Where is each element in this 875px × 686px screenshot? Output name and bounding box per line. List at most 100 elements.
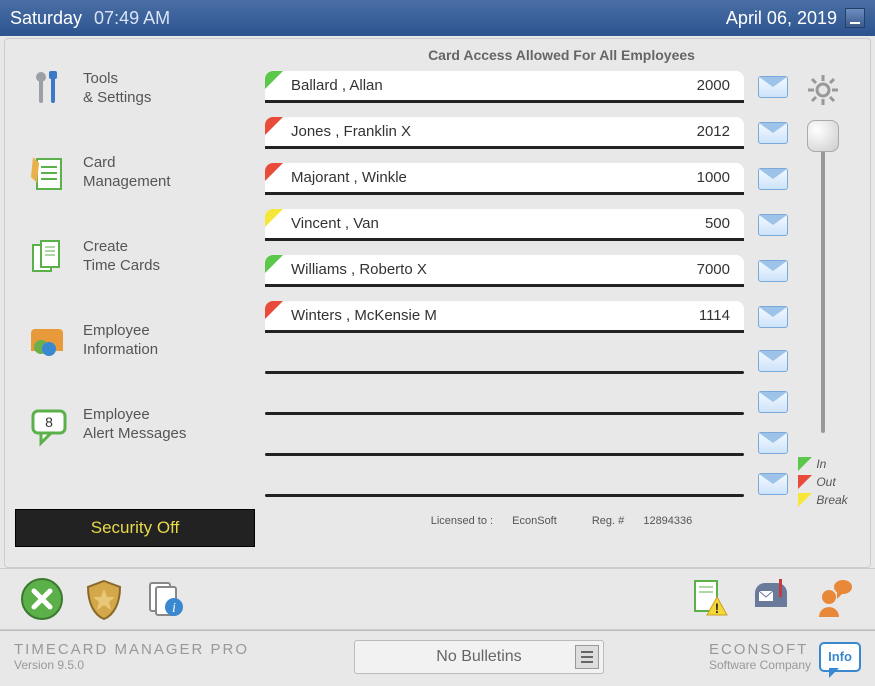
sidebar-item-employee-info[interactable]: Employee Information	[15, 311, 255, 371]
sidebar-label: Employee	[83, 406, 186, 425]
minimize-button[interactable]	[845, 8, 865, 28]
status-corner-icon	[265, 117, 283, 135]
sidebar-label: Create	[83, 238, 160, 257]
card-info-icon[interactable]: i	[144, 577, 188, 621]
mail-icon[interactable]	[758, 350, 788, 372]
employee-name: Jones , Franklin X	[291, 123, 697, 140]
empty-card-slot	[265, 453, 744, 456]
employee-number: 2000	[697, 77, 730, 94]
mail-icon[interactable]	[758, 391, 788, 413]
employee-card-row: Majorant , Winkle1000	[265, 163, 788, 195]
bulletin-box: No Bulletins	[354, 640, 604, 674]
employee-card-row: Winters , McKensie M1114	[265, 301, 788, 333]
sidebar-item-create-timecards[interactable]: Create Time Cards	[15, 227, 255, 287]
mail-icon[interactable]	[758, 260, 788, 282]
employee-info-icon	[27, 319, 71, 363]
sidebar-label: & Settings	[83, 89, 151, 108]
employee-name: Winters , McKensie M	[291, 307, 699, 324]
mail-icon[interactable]	[758, 168, 788, 190]
employee-card[interactable]: Williams , Roberto X7000	[265, 255, 744, 287]
alert-card-icon[interactable]: !	[687, 577, 731, 621]
legend-out-label: Out	[816, 475, 835, 489]
empty-card-slot	[265, 412, 744, 415]
card-management-icon	[27, 151, 71, 195]
status-corner-icon	[265, 255, 283, 273]
title-date: April 06, 2019	[726, 8, 837, 29]
footer: TIMECARD MANAGER PRO Version 9.5.0 No Bu…	[0, 630, 875, 682]
employee-card[interactable]: Majorant , Winkle1000	[265, 163, 744, 195]
mailbox-icon[interactable]	[749, 577, 793, 621]
product-name: TIMECARD MANAGER PRO	[14, 641, 249, 658]
employee-card-row	[265, 388, 788, 415]
employee-card[interactable]: Jones , Franklin X2012	[265, 117, 744, 149]
sidebar-label: Card	[83, 154, 171, 173]
shield-icon[interactable]	[82, 577, 126, 621]
employee-card-row	[265, 429, 788, 456]
employee-card-row: Ballard , Allan2000	[265, 71, 788, 103]
info-button[interactable]: Info	[819, 642, 861, 672]
employee-card-row	[265, 347, 788, 374]
mail-icon[interactable]	[758, 473, 788, 495]
employee-name: Majorant , Winkle	[291, 169, 697, 186]
employee-name: Ballard , Allan	[291, 77, 697, 94]
security-toggle-button[interactable]: Security Off	[15, 509, 255, 547]
employee-number: 1000	[697, 169, 730, 186]
sidebar: Tools & Settings Card Management	[5, 39, 265, 567]
employee-number: 7000	[697, 261, 730, 278]
svg-text:i: i	[172, 601, 176, 616]
scroll-slider[interactable]	[821, 126, 825, 433]
sidebar-label: Employee	[83, 322, 158, 341]
employee-card-row: Vincent , Van500	[265, 209, 788, 241]
settings-gear-icon[interactable]	[806, 73, 840, 112]
bulletin-menu-button[interactable]	[575, 645, 599, 669]
employee-name: Vincent , Van	[291, 215, 705, 232]
sidebar-item-card-management[interactable]: Card Management	[15, 143, 255, 203]
mail-icon[interactable]	[758, 306, 788, 328]
mail-icon[interactable]	[758, 122, 788, 144]
employee-card-row: Williams , Roberto X7000	[265, 255, 788, 287]
sidebar-label: Tools	[83, 70, 151, 89]
legend-in-label: In	[816, 457, 826, 471]
status-legend: In Out Break	[798, 447, 847, 511]
empty-card-slot	[265, 371, 744, 374]
sidebar-label: Management	[83, 173, 171, 192]
mail-icon[interactable]	[758, 214, 788, 236]
employee-number: 1114	[699, 307, 730, 324]
sidebar-item-tools[interactable]: Tools & Settings	[15, 59, 255, 119]
employee-name: Williams , Roberto X	[291, 261, 697, 278]
company-name: ECONSOFT	[709, 641, 811, 658]
close-button[interactable]	[20, 577, 64, 621]
create-timecards-icon	[27, 235, 71, 279]
svg-text:!: !	[715, 600, 720, 616]
tools-icon	[27, 67, 71, 111]
sidebar-item-alert-messages[interactable]: 8 Employee Alert Messages	[15, 395, 255, 455]
employee-card[interactable]: Winters , McKensie M1114	[265, 301, 744, 333]
employee-card[interactable]: Vincent , Van500	[265, 209, 744, 241]
status-corner-icon	[265, 163, 283, 181]
company-sub: Software Company	[709, 658, 811, 672]
product-version: Version 9.5.0	[14, 658, 249, 672]
employee-card[interactable]: Ballard , Allan2000	[265, 71, 744, 103]
status-corner-icon	[265, 301, 283, 319]
sidebar-label: Time Cards	[83, 257, 160, 276]
status-corner-icon	[265, 209, 283, 227]
alert-count: 8	[45, 414, 53, 430]
scroll-slider-knob[interactable]	[807, 120, 839, 152]
employee-number: 2012	[697, 123, 730, 140]
card-panel-header: Card Access Allowed For All Employees	[265, 47, 858, 63]
employee-number: 500	[705, 215, 730, 232]
title-bar: Saturday 07:49 AM April 06, 2019	[0, 0, 875, 36]
employee-card-row: Jones , Franklin X2012	[265, 117, 788, 149]
title-day: Saturday	[10, 8, 82, 29]
employee-card-row	[265, 470, 788, 497]
mail-icon[interactable]	[758, 76, 788, 98]
bottom-toolbar: i !	[0, 568, 875, 630]
mail-icon[interactable]	[758, 432, 788, 454]
alert-messages-icon: 8	[27, 403, 71, 447]
empty-card-slot	[265, 494, 744, 497]
sidebar-label: Alert Messages	[83, 425, 186, 444]
bulletin-text: No Bulletins	[436, 648, 521, 666]
person-chat-icon[interactable]	[811, 577, 855, 621]
legend-break-label: Break	[816, 493, 847, 507]
status-corner-icon	[265, 71, 283, 89]
